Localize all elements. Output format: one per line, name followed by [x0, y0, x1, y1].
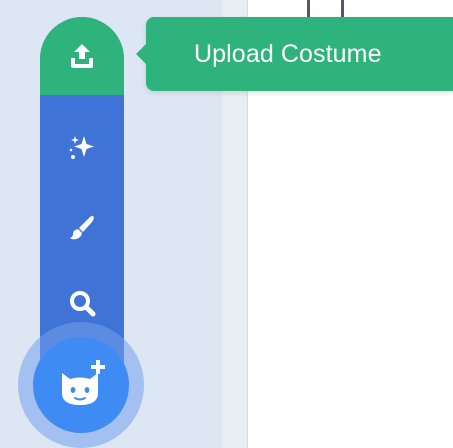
upload-costume-tooltip: Upload Costume — [136, 17, 453, 91]
magnifier-icon — [70, 291, 96, 317]
canvas-mark-right — [341, 0, 344, 18]
paint-button[interactable] — [40, 197, 124, 259]
canvas-mark-left — [307, 0, 310, 18]
paintbrush-icon — [70, 215, 94, 240]
surprise-button[interactable] — [40, 117, 124, 179]
upload-icon — [71, 44, 93, 68]
tooltip-label: Upload Costume — [194, 39, 382, 68]
costume-editor-area: Upload Costume — [0, 0, 453, 448]
upload-costume-button[interactable] — [40, 17, 124, 95]
choose-costume-main-button[interactable] — [33, 337, 129, 433]
tooltip-arrow — [136, 43, 147, 65]
sparkle-icon — [69, 136, 94, 159]
cat-plus-icon — [62, 360, 105, 405]
